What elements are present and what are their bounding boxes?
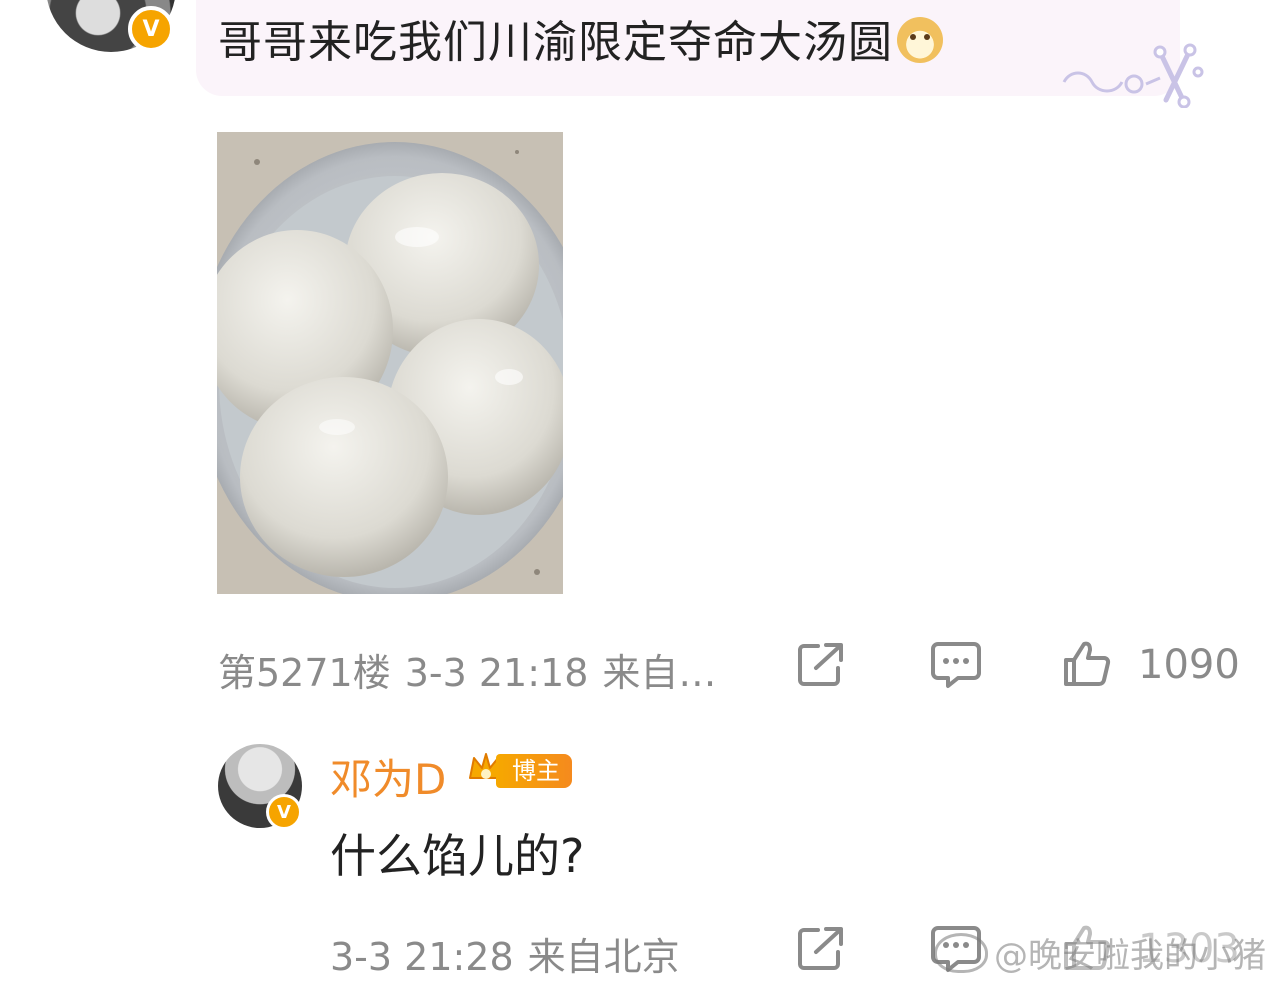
reply-time: 3-3 21:28 (330, 935, 514, 979)
reply-location: 来自北京 (527, 935, 680, 979)
comment-image[interactable] (217, 132, 563, 594)
host-badge: 博主 (496, 754, 572, 788)
comment-body: 哥哥来吃我们川渝限定夺命大汤圆 (218, 17, 893, 68)
comment-text: 哥哥来吃我们川渝限定夺命大汤圆 (218, 6, 943, 70)
comment-time: 3-3 21:18 (404, 651, 589, 695)
reply-meta: 3-3 21:28 来自北京 (330, 926, 694, 981)
like-count: 1090 (1138, 642, 1240, 688)
weibo-comment-thread: V 哥哥来吃我们川渝限定夺命大汤圆 第5271楼 3-3 21:18 来自… 1… (0, 0, 1272, 982)
comment-icon[interactable] (930, 640, 982, 690)
share-icon[interactable] (796, 640, 848, 688)
comment-location: 来自… (602, 651, 717, 695)
tangyuan-photo (217, 132, 563, 594)
verified-badge: V (128, 6, 174, 52)
like-icon[interactable] (1062, 638, 1112, 688)
reply-text: 什么馅儿的? (330, 829, 585, 883)
watermark-text: @晚安啦我的小猪 (994, 936, 1266, 976)
comment-meta: 第5271楼 3-3 21:18 来自… (218, 642, 730, 697)
bubble-decoration-icon (1062, 43, 1204, 108)
doge-emoji-icon (897, 17, 943, 63)
weibo-logo-icon (934, 933, 988, 973)
share-icon[interactable] (796, 924, 848, 972)
watermark: @晚安啦我的小猪 (934, 928, 1266, 977)
verified-badge: V (266, 794, 302, 830)
reply-author-name[interactable]: 邓为D (330, 746, 446, 807)
floor-number: 第5271楼 (218, 651, 391, 695)
